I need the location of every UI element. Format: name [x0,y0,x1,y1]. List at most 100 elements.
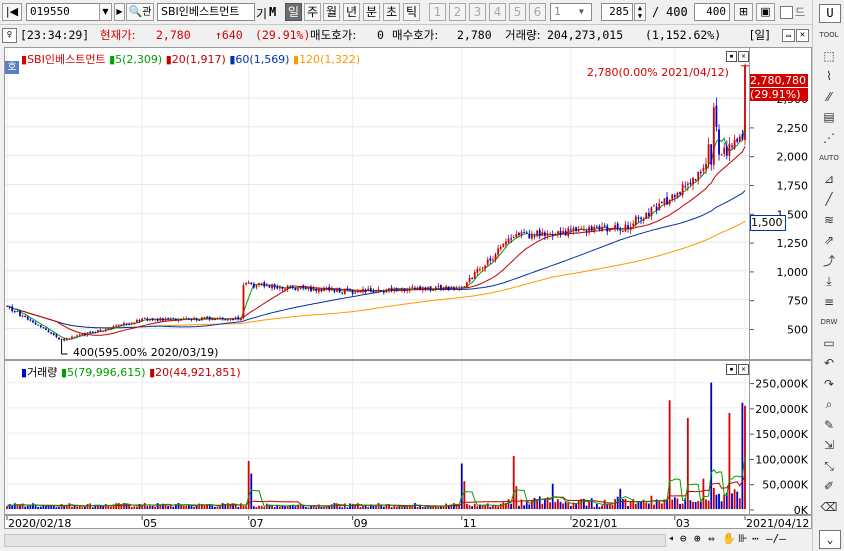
volume-close-icon[interactable]: ✕ [738,364,749,375]
candle-body [536,230,539,237]
ruler-icon[interactable]: ⊪ [738,532,748,545]
sidebar-tool-icon[interactable]: TOOL [819,26,839,44]
candle-body [8,306,11,308]
sidebar-find-icon[interactable]: ▤ [819,108,839,126]
period-month-tab[interactable]: 월 [323,3,340,21]
view-count-spinner[interactable]: ▲ ▼ [634,3,646,21]
option-checkbox[interactable] [780,6,793,19]
save-icon[interactable]: ▣ [756,3,775,21]
period-minute-tab[interactable]: 분 [363,3,380,21]
interval-button-5[interactable]: 5 [509,3,526,21]
volume-bar [130,506,133,509]
sidebar-stamp-icon[interactable]: ✐ [819,477,839,495]
code-dropdown-icon[interactable]: ▼ [99,3,112,21]
candle-body [232,318,234,320]
sidebar-auto-icon[interactable]: AUTO [819,149,839,167]
next-code-icon[interactable]: ▶ [114,3,125,21]
candle-body [47,330,50,333]
fit-icon[interactable]: ⇔ [708,532,715,545]
sidebar-download-icon[interactable]: ⤓ [819,272,839,290]
candle-body [549,234,552,236]
pin-icon[interactable]: ♀ [2,28,17,43]
search-icon[interactable]: 🔍관 [126,3,154,21]
candle-body [564,231,567,236]
candle-body [107,328,110,330]
view-count-input[interactable]: 285 [601,3,633,21]
scroll-left-icon[interactable]: ◂ [668,533,674,544]
ma20-line [6,146,746,336]
sidebar-search-icon[interactable]: ⌕ [819,395,839,413]
volume-bar [564,502,567,509]
candle-body [312,288,315,291]
sidebar-ruler-icon[interactable]: ⤡ [819,457,839,475]
quote-badge[interactable]: 호 [5,61,19,74]
panel-maximize-icon[interactable]: ▪ [726,51,737,62]
sidebar-scroll-down-icon[interactable]: ⌄ [819,530,841,549]
sidebar-list-icon[interactable]: ≡ [819,293,839,311]
sidebar-eraser-icon[interactable]: ⌫ [819,498,839,516]
candle-body [367,288,370,291]
interval-button-4[interactable]: 4 [489,3,506,21]
volume-bar [13,503,16,509]
hand-icon[interactable]: ✋ [722,532,736,545]
restore-icon[interactable]: ▭ [782,29,795,42]
sidebar-pattern-icon[interactable]: ≋ [819,211,839,229]
volume-axis[interactable]: 0K 50,000K 100,000K 150,000K 200,000K 250,000… [750,360,812,517]
period-second-tab[interactable]: 초 [383,3,400,21]
sidebar-redo-icon[interactable]: ↷ [819,375,839,393]
period-year-tab[interactable]: 년 [343,3,360,21]
sidebar-line-icon[interactable]: ╱ [819,190,839,208]
interval-button-3[interactable]: 3 [469,3,486,21]
price-chart-canvas[interactable] [5,48,749,359]
interval-button-2[interactable]: 2 [449,3,466,21]
time-axis[interactable]: 2020/02/18 05 07 09 11 2021/01 03 2021/04/12 [4,515,812,530]
interval-button-6[interactable]: 6 [529,3,546,21]
panel-close-icon[interactable]: ✕ [738,51,749,62]
candle-body [130,323,133,325]
volume-bar [349,503,351,509]
close-icon[interactable]: ✕ [796,29,809,42]
candle-body [531,234,533,239]
slider-icon[interactable]: —/— [766,532,786,545]
price-chart-panel[interactable]: 호 ▮SBI인베스트먼트 ▮5(2,309) ▮20(1,917) ▮60(1,… [4,47,750,360]
volume-bar [151,505,154,509]
sidebar-toggle-icon[interactable]: U [819,4,841,23]
sidebar-undo-icon[interactable]: ↶ [819,354,839,372]
sidebar-compare-icon[interactable]: ⁄⁄ [819,88,839,106]
sidebar-indicator-icon[interactable]: ⊿ [819,170,839,188]
sidebar-zoom-icon[interactable]: ⬚ [819,47,839,65]
sidebar-trend-icon[interactable]: ⋰ [819,129,839,147]
period-tick-tab[interactable]: 틱 [403,3,420,21]
interval-dropdown-icon[interactable]: ▼ [579,7,584,16]
sidebar-window-icon[interactable]: ▭ [819,334,839,352]
candle-body [120,324,123,326]
name-tag: 기 [256,7,268,21]
stock-name-field[interactable]: SBI인베스트먼트 [157,3,255,21]
sidebar-chart-icon[interactable]: ⌇ [819,67,839,85]
interval-select[interactable]: 1 [550,3,592,21]
period-day-tab[interactable]: 일 [285,3,302,21]
zoom-out-icon[interactable]: ⊖ [680,532,687,545]
volume-chart-canvas[interactable] [5,361,749,514]
sidebar-arrow-icon[interactable]: ⇗ [819,231,839,249]
volume-maximize-icon[interactable]: ▪ [726,364,737,375]
volume-bar [595,504,598,509]
volume-bar [102,506,105,509]
price-axis[interactable]: 5007501,0001,2501,5001,7502,0002,2502,50… [750,47,812,360]
candle-body [128,323,131,325]
interval-button-1[interactable]: 1 [429,3,446,21]
candle-body [403,289,406,292]
add-window-icon[interactable]: ⊞ [734,3,753,21]
candle-body [634,216,637,226]
period-week-tab[interactable]: 주 [304,3,321,21]
sidebar-drw-icon[interactable]: DRW [819,313,839,331]
chart-scrollbar[interactable] [4,534,666,547]
sidebar-zoom-out-icon[interactable]: ⇲ [819,436,839,454]
sidebar-draw-icon[interactable]: ✎ [819,416,839,434]
view-max-input[interactable]: 400 [694,3,730,21]
volume-chart-panel[interactable]: ▮거래량 ▮5(79,996,615) ▮20(44,921,851) ▪ ✕ [4,360,750,515]
sidebar-fibo-icon[interactable]: ⤴ [819,252,839,270]
compress-icon[interactable]: ⋯ [752,532,759,545]
zoom-in-icon[interactable]: ⊕ [694,532,701,545]
code-menu-icon[interactable]: |◀ [2,3,22,21]
